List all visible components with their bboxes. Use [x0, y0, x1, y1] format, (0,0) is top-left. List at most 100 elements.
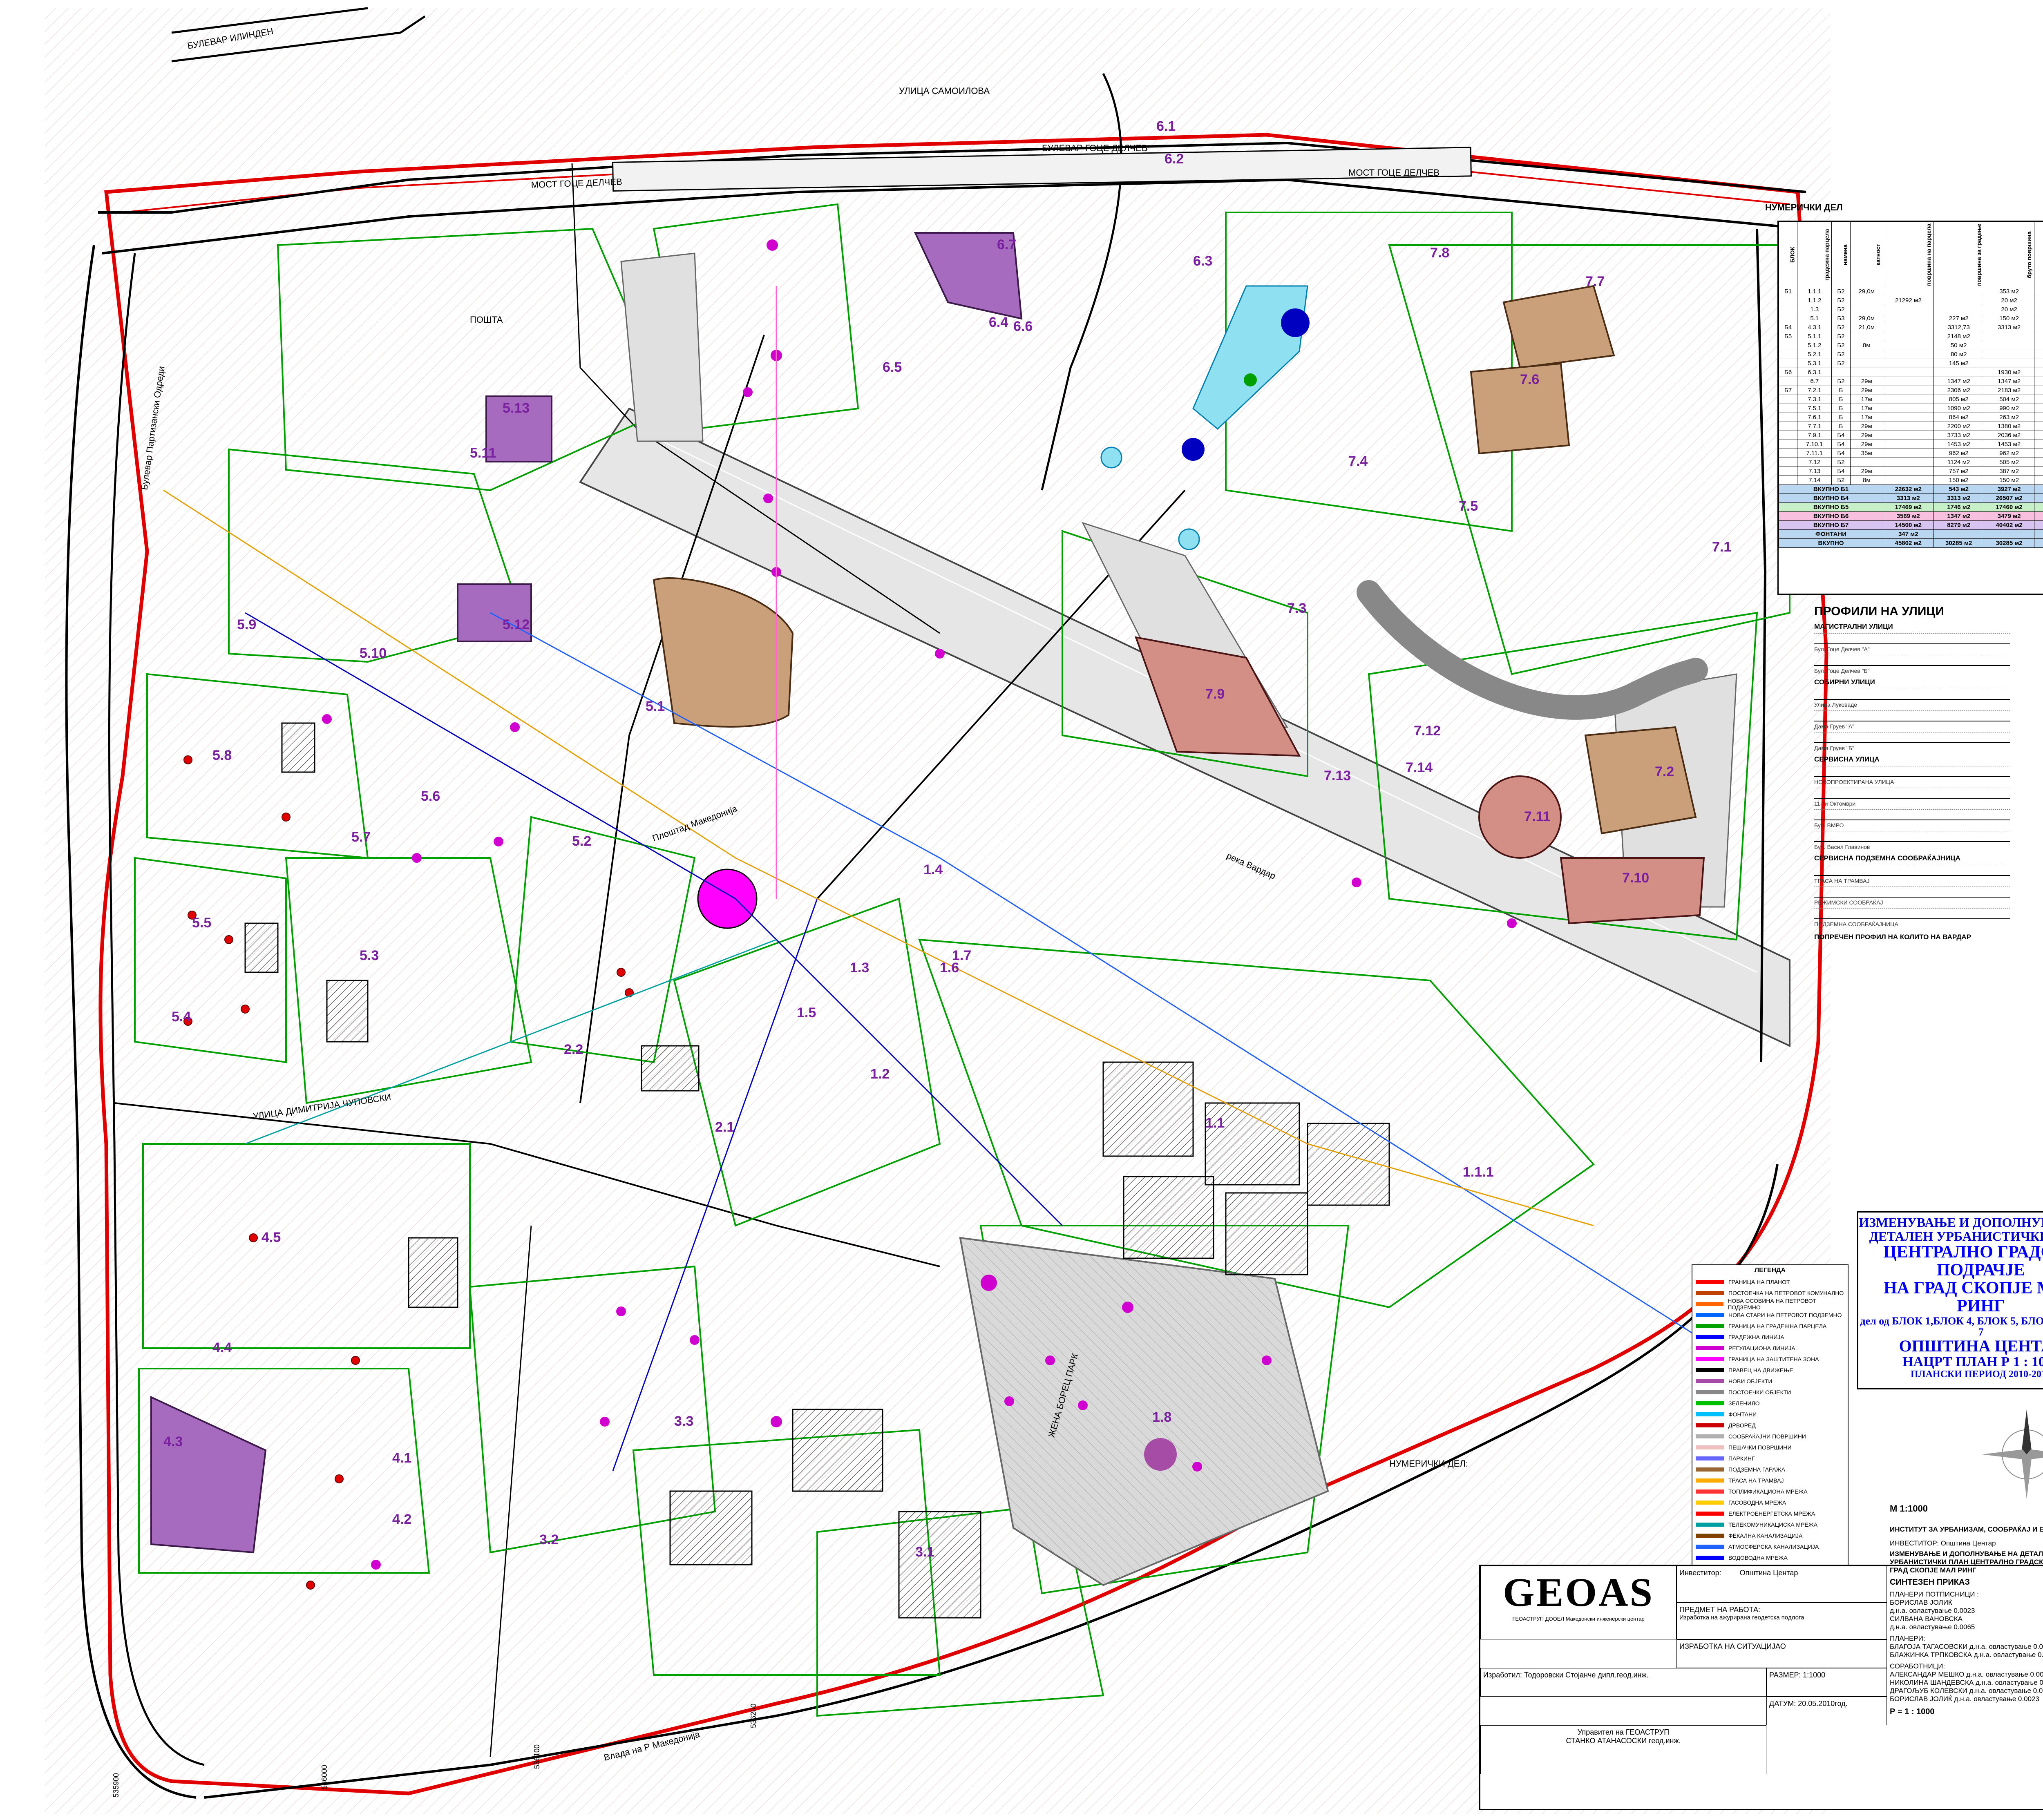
block-label: 7.5 [1459, 498, 1478, 514]
block-label: 5.1 [646, 699, 665, 714]
table-row: Б55.1.1Б2 2148 м2 14160 м2 [1779, 332, 2043, 341]
table-row: Б6 6.3.1 1930 м2 [1779, 368, 2043, 377]
table-cell [1883, 395, 1934, 404]
table-cell [2034, 305, 2043, 314]
table-cell [1983, 341, 2035, 350]
block-label: 6.2 [1165, 151, 1184, 167]
sum-label: ФОНТАНИ [1779, 529, 1884, 539]
legend-swatch [1696, 1544, 1724, 1549]
table-cell: Б2 [1831, 323, 1851, 332]
profile-caption: Бул. Гоце Делчев "Б" [1814, 668, 1870, 674]
table-cell [1883, 422, 1934, 431]
table-cell [1779, 404, 1798, 413]
table-sum-row: ВКУПНО 45802 м2 30285 м2 30285 м2 [1779, 538, 2043, 548]
table-cell: 2483 м2 [2034, 467, 2043, 476]
numeric-table-body: Б11.1.1Б229,0м353 м23177 м21.1.2Б221292 … [1779, 287, 2043, 548]
table-cell: 9900 м2 [2034, 422, 2043, 431]
table-sum-row: ВКУПНО Б6 3569 м2 1347 м2 3479 м2 [1779, 511, 2043, 521]
table-cell: 2920 м2 [2034, 449, 2043, 458]
legend-item: ГРАНИЦА НА ПЛАНОТ [1692, 1276, 1848, 1287]
legend-title: ЛЕГЕНДА [1692, 1265, 1848, 1276]
table-cell: Б [1831, 413, 1851, 422]
table-cell [1933, 296, 1984, 305]
table-cell [1933, 287, 1984, 296]
manager-cell: Управител на ГЕОАСТРУП СТАНКО АТАНАСОСКИ… [1480, 1725, 1766, 1774]
table-cell: 2920 м2 [2034, 395, 2043, 404]
table-cell: Б1 [1779, 287, 1798, 296]
block-label: 1.4 [923, 862, 943, 878]
table-cell: 150 м2 [1983, 314, 2035, 323]
sum-value: 14500 м2 [1883, 520, 1934, 530]
table-cell [1850, 458, 1884, 467]
investor-cell: Инвеститор: Општина Центар [1676, 1566, 1887, 1603]
table-row: 7.5.1Б17м 1090 м2990 м29450 м2 [1779, 404, 2043, 413]
table-cell: 17м [1850, 395, 1884, 404]
block-label: 7.10 [1622, 870, 1649, 886]
legend-swatch [1696, 1357, 1724, 1361]
table-cell: Б2 [1831, 287, 1851, 296]
table-row: 7.7.1Б29м 2200 м21380 м29900 м2 [1779, 422, 2043, 431]
block-label: 5.9 [237, 617, 256, 632]
legend-swatch [1696, 1390, 1724, 1394]
table-cell [1831, 368, 1851, 377]
profile-caption: Улица Луковаде [1814, 701, 1857, 708]
legend-label: СООБРАЌАЈНИ ПОВРШИНИ [1728, 1433, 1806, 1440]
sum-value: 30285 м2 [1983, 538, 2035, 548]
table-row: 7.13Б429м 757 м2387 м22483 м2 [1779, 467, 2043, 476]
table-cell: 1930 м2 [1983, 368, 2035, 377]
legend-swatch [1696, 1555, 1724, 1560]
block-label: 7.14 [1406, 760, 1433, 775]
table-cell: Б4 [1831, 467, 1851, 476]
sum-value: 17469 м2 [1883, 502, 1934, 512]
legend-swatch [1696, 1434, 1724, 1438]
block-label: 5.6 [421, 788, 440, 804]
signature-line: БЛАЖИНКА ТРПКОВСКА д.н.а. овластување 0.… [1890, 1651, 2043, 1659]
table-header-cell: површина за градење [1933, 222, 1984, 287]
legend-swatch [1696, 1346, 1724, 1350]
profiles-footer: ПОПРЕЧЕН ПРОФИЛ НА КОЛИТО НА ВАРДАР [1814, 933, 1971, 941]
table-cell: 17м [1850, 413, 1884, 422]
sum-pad [2034, 529, 2043, 539]
profile-section-title: МАГИСТРАЛНИ УЛИЦИ [1814, 623, 1893, 630]
sum-label: ВКУПНО Б7 [1779, 520, 1884, 530]
block-label: 7.4 [1348, 453, 1368, 469]
legend-item: ЕЛЕКТРОЕНЕРГЕТСКА МРЕЖА [1692, 1508, 1848, 1519]
table-cell: Б [1831, 386, 1851, 395]
legend-item: ПАРКИНГ [1692, 1453, 1848, 1464]
legend-label: ФОНТАНИ [1728, 1411, 1757, 1418]
profile-section-drawing [1814, 908, 2010, 919]
block-label: 5.10 [360, 645, 387, 661]
table-cell: 805 м2 [1933, 395, 1984, 404]
sum-value: 17460 м2 [1983, 502, 2035, 512]
table-cell [1883, 305, 1934, 314]
sum-pad [2034, 511, 2043, 521]
sum-pad [2034, 538, 2043, 548]
table-cell [1779, 305, 1798, 314]
legend-swatch [1696, 1500, 1724, 1505]
table-cell: 29м [1850, 467, 1884, 476]
block-label: 1.5 [797, 1005, 816, 1021]
block-label: 4.4 [212, 1340, 232, 1356]
table-cell [1883, 413, 1934, 422]
table-cell: Б [1831, 422, 1851, 431]
team-label: ПЛАНЕРИ: [1890, 1635, 1925, 1642]
table-cell: Б [1831, 395, 1851, 404]
legend-label: АТМОСФЕРСКА КАНАЛИЗАЦИЈА [1728, 1543, 1819, 1550]
sum-value: 3313 м2 [1883, 494, 1934, 503]
profile-section-drawing [1814, 655, 2010, 666]
table-cell [1779, 440, 1798, 449]
table-cell: 80 м2 [1933, 350, 1984, 359]
table-cell [1933, 305, 1984, 314]
table-cell: 5.2.1 [1797, 350, 1832, 359]
legend-item: РЕГУЛАЦИОНА ЛИНИЈА [1692, 1342, 1848, 1353]
block-label: 2.2 [564, 1042, 583, 1057]
block-label: 5.3 [360, 948, 379, 963]
table-cell: 4.3.1 [1797, 323, 1832, 332]
table-cell: 7.11.1 [1797, 449, 1832, 458]
legend-label: ТЕЛЕКОМУНИКАЦИСКА МРЕЖА [1728, 1521, 1818, 1528]
table-row: Б11.1.1Б229,0м 353 м23177 м2 [1779, 287, 2043, 296]
legend-swatch [1696, 1291, 1724, 1295]
block-label: 1.1 [1205, 1115, 1225, 1131]
block-label: 4.1 [392, 1450, 411, 1466]
numeric-table-panel: БЛОК градежна парцела намена катност површин… [1777, 221, 2043, 595]
